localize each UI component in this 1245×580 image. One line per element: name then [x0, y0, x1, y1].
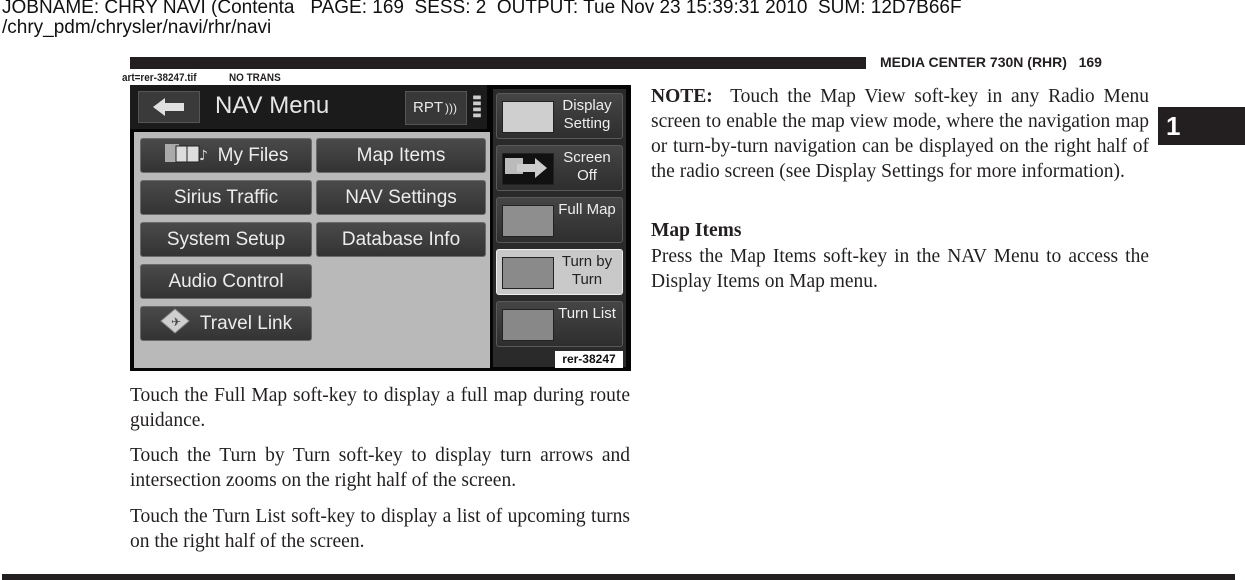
view-mode-sidebar: Display Setting Screen Off Full Map Turn…: [493, 89, 626, 367]
turn-list-paragraph: Touch the Turn List soft-key to display …: [130, 506, 630, 552]
files-music-icon: ♪: [164, 141, 208, 171]
turn-by-turn-paragraph: Touch the Turn by Turn soft-key to displ…: [130, 445, 630, 491]
volume-icon: ▬ ▬ ▬ ▬: [472, 92, 482, 121]
sirius-traffic-button[interactable]: Sirius Traffic: [140, 180, 312, 215]
header-rule: [130, 57, 866, 69]
full-map-label: Full Map: [558, 201, 616, 218]
display-setting-button[interactable]: Display Setting: [496, 93, 623, 139]
screen-off-thumbnail-icon: [502, 153, 554, 185]
display-setting-label: Display Setting: [562, 97, 612, 132]
note-text: Touch the Map View soft-key in any Radio…: [651, 86, 1149, 182]
running-head: MEDIA CENTER 730N (RHR) 169: [880, 54, 1102, 70]
turn-by-turn-button[interactable]: Turn by Turn: [496, 249, 623, 295]
print-slug-line-2: /chry_pdm/chrysler/navi/rhr/navi: [2, 17, 272, 38]
audio-control-button[interactable]: Audio Control: [140, 264, 312, 299]
turn-by-turn-thumbnail-icon: [502, 257, 554, 289]
screen-title: NAV Menu: [215, 92, 330, 119]
database-info-button[interactable]: Database Info: [316, 222, 486, 257]
nav-menu-screenshot: NAV Menu RPT))) ▬ ▬ ▬ ▬ ♪ My Files Map Item…: [130, 85, 631, 371]
map-items-heading: Map Items: [651, 220, 742, 241]
system-setup-button[interactable]: System Setup: [140, 222, 312, 257]
travel-link-icon: ✈: [160, 307, 190, 340]
my-files-button[interactable]: ♪ My Files: [140, 138, 312, 173]
print-slug-line-1: JOBNAME: CHRY NAVI (Contenta PAGE: 169 S…: [2, 0, 962, 18]
map-items-button[interactable]: Map Items: [316, 138, 486, 173]
turn-list-thumbnail-icon: [502, 309, 554, 341]
svg-text:✈: ✈: [171, 315, 181, 329]
my-files-label: My Files: [217, 144, 289, 166]
travel-link-label: Travel Link: [199, 312, 293, 334]
nav-settings-button[interactable]: NAV Settings: [316, 180, 486, 215]
art-trans: NO TRANS: [228, 72, 281, 84]
footer-rule: [2, 574, 1235, 580]
map-items-paragraph: Press the Map Items soft-key in the NAV …: [651, 246, 1149, 292]
chapter-tab: 1: [1158, 107, 1245, 145]
sound-waves-icon: ))): [445, 101, 457, 115]
full-map-paragraph: Touch the Full Map soft-key to display a…: [130, 385, 630, 431]
note-label: NOTE:: [651, 86, 713, 107]
screen-header: NAV Menu RPT))) ▬ ▬ ▬ ▬: [130, 85, 487, 129]
menu-panel: ♪ My Files Map Items Sirius Traffic NAV …: [134, 132, 490, 368]
screen-off-label: Screen Off: [563, 149, 611, 184]
art-file: art=rer-38247.tif: [122, 72, 197, 84]
travel-link-button[interactable]: ✈ Travel Link: [140, 306, 312, 341]
turn-list-label: Turn List: [558, 305, 616, 322]
back-button[interactable]: [138, 91, 200, 123]
turn-by-turn-label: Turn by Turn: [561, 253, 613, 288]
screen-off-button[interactable]: Screen Off: [496, 145, 623, 191]
full-map-thumbnail-icon: [502, 205, 554, 237]
rpt-label: RPT: [413, 99, 443, 116]
art-number: rer-38247: [555, 351, 623, 368]
art-label: art=rer-38247.tif NO TRANS: [122, 72, 281, 84]
turn-list-button[interactable]: Turn List: [496, 301, 623, 347]
left-arrow-icon: [153, 98, 184, 116]
note-paragraph: NOTE: Touch the Map View soft-key in any…: [651, 84, 1149, 184]
display-setting-thumbnail-icon: [502, 101, 554, 133]
svg-text:♪: ♪: [199, 148, 208, 164]
rpt-button[interactable]: RPT))): [405, 91, 467, 125]
full-map-button[interactable]: Full Map: [496, 197, 623, 243]
